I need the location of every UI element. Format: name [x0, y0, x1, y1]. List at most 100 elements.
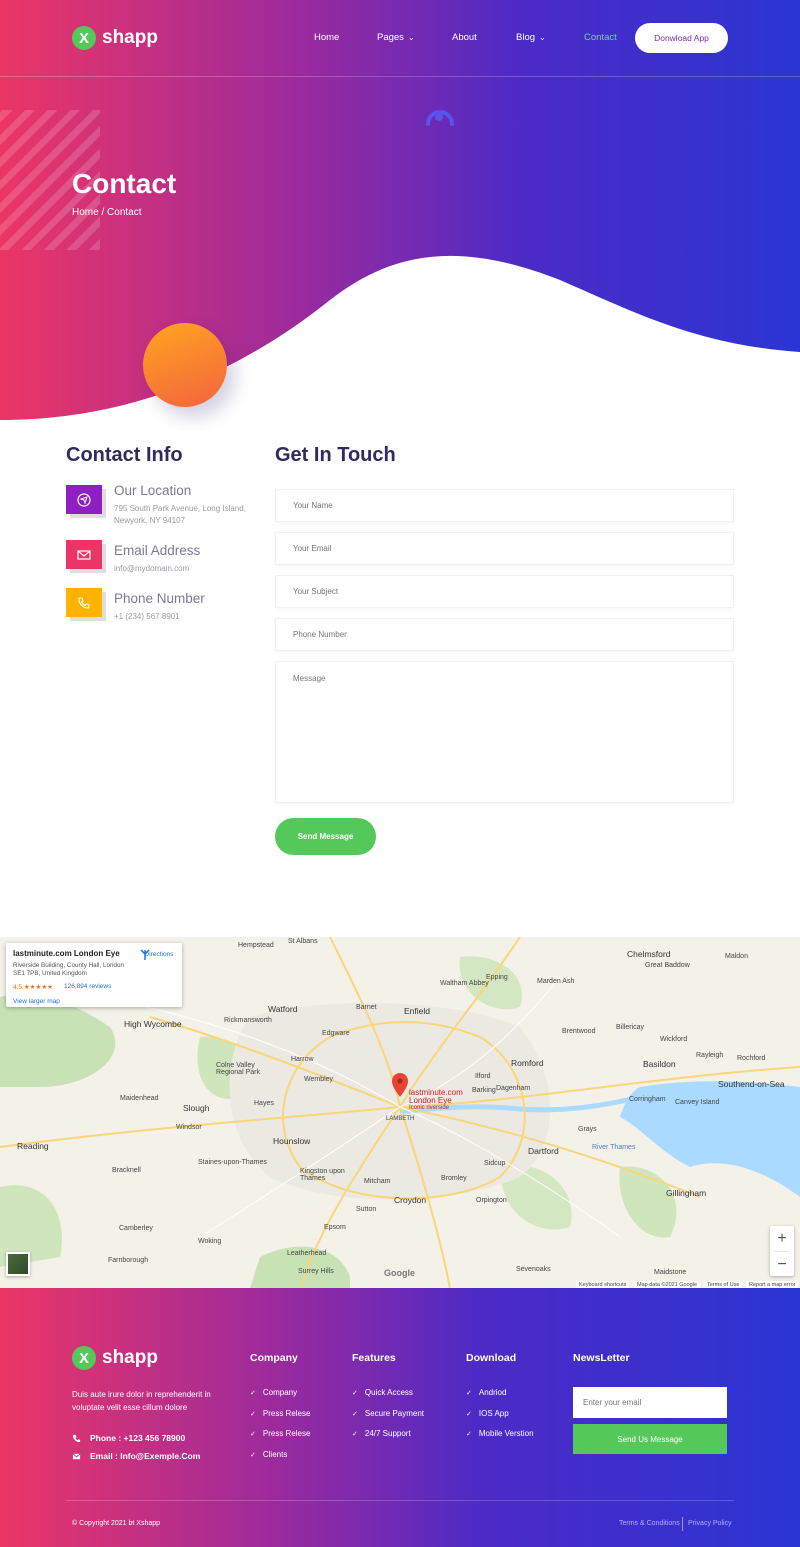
email-input[interactable] — [275, 532, 734, 565]
map-label: Sutton — [356, 1206, 377, 1213]
map-label: Rickmansworth — [224, 1017, 272, 1024]
message-textarea[interactable] — [275, 661, 734, 803]
map-label: Leatherhead — [287, 1250, 327, 1257]
footer-link[interactable]: ✓ Company — [250, 1388, 297, 1397]
nav-contact[interactable]: Contact — [584, 32, 617, 43]
download-app-button[interactable]: Donwload App — [635, 23, 728, 53]
location-title: Our Location — [114, 483, 192, 498]
view-larger-map-link[interactable]: View larger map — [13, 998, 60, 1005]
directions-button[interactable]: Directions — [139, 949, 179, 960]
email-text: info@mydomain.com — [114, 564, 190, 573]
logo-text: shapp — [102, 1347, 158, 1368]
phone-icon — [66, 588, 102, 617]
logo[interactable]: X shapp — [72, 26, 158, 50]
zoom-out-button[interactable]: − — [770, 1252, 794, 1277]
footer-link-label: Quick Access — [364, 1388, 413, 1397]
check-icon: ✓ — [250, 1451, 256, 1459]
send-message-button[interactable]: Send Message — [275, 818, 376, 855]
map-label: Sevenoaks — [516, 1266, 551, 1273]
map-label: Hounslow — [273, 1136, 311, 1146]
map-label: Brentwood — [562, 1028, 596, 1035]
location-icon — [66, 485, 102, 514]
place-reviews-link[interactable]: 126,894 reviews — [64, 983, 111, 990]
map-pin-subtitle: Iconic riverside — [409, 1105, 450, 1111]
map-label: Bromley — [441, 1175, 467, 1182]
map-label: Dartford — [528, 1146, 559, 1156]
map-label: Rayleigh — [696, 1052, 724, 1059]
check-icon: ✓ — [466, 1430, 472, 1438]
map-label: Ilford — [475, 1073, 491, 1080]
name-input[interactable] — [275, 489, 734, 522]
phone-number-input[interactable] — [275, 618, 734, 651]
footer-newsletter-title: NewsLetter — [573, 1352, 630, 1364]
terms-link[interactable]: Terms & Conditions — [619, 1520, 680, 1527]
footer-link[interactable]: ✓ Clients — [250, 1450, 287, 1459]
map-label: St Albans — [288, 938, 318, 945]
footer-phone-text: Phone : +123 456 78900 — [90, 1433, 186, 1443]
footer-link[interactable]: ✓ 24/7 Support — [352, 1429, 411, 1438]
privacy-link[interactable]: Privacy Policy — [688, 1520, 732, 1527]
map-label: Croydon — [394, 1195, 427, 1205]
footer-link[interactable]: ✓ Press Relese — [250, 1429, 310, 1438]
map-label: Dagenham — [496, 1085, 531, 1092]
footer-logo[interactable]: X shapp — [72, 1346, 158, 1370]
nav-about[interactable]: About — [452, 32, 477, 43]
check-icon: ✓ — [250, 1410, 256, 1418]
map-label: River Thames — [592, 1144, 636, 1151]
footer-link-label: Company — [262, 1388, 298, 1397]
navbar: X shapp Home Pages ⌄ About Blog ⌄ Contact … — [0, 0, 800, 77]
nav-home-label: Home — [314, 32, 340, 43]
check-icon: ✓ — [352, 1410, 358, 1418]
footer-link-label: 24/7 Support — [364, 1429, 411, 1438]
footer-link-label: Press Relese — [262, 1409, 311, 1418]
breadcrumb: Home / Contact — [72, 207, 142, 218]
map-label: Wembley — [304, 1076, 334, 1083]
satellite-toggle-button[interactable] — [6, 1252, 30, 1276]
subject-input[interactable] — [275, 575, 734, 608]
google-logo: Google — [384, 1268, 415, 1278]
map-pin-title[interactable]: lastminute.com London Eye — [409, 1089, 469, 1105]
map-label: Sidcup — [484, 1160, 506, 1167]
map-label: Maldon — [725, 953, 748, 960]
nav-blog[interactable]: Blog ⌄ — [516, 32, 546, 43]
footer-link[interactable]: ✓ IOS App — [466, 1409, 509, 1418]
map-label: Great Baddow — [645, 962, 690, 969]
map-label: Slough — [183, 1103, 210, 1113]
legal-separator — [682, 1517, 683, 1531]
footer-download-title: Download — [466, 1352, 517, 1364]
footer-link[interactable]: ✓ Quick Access — [352, 1388, 413, 1397]
map-label: Corringham — [629, 1096, 666, 1103]
footer-company-title: Company — [250, 1352, 298, 1364]
breadcrumb-separator: / — [101, 207, 105, 218]
footer-link[interactable]: ✓ Press Relese — [250, 1409, 310, 1418]
newsletter-email-input[interactable] — [573, 1387, 727, 1418]
email-title: Email Address — [114, 543, 201, 558]
directions-icon — [140, 949, 150, 960]
map-label: Maidstone — [654, 1269, 687, 1276]
phone-icon — [72, 1434, 81, 1442]
map-label: Enfield — [404, 1006, 430, 1016]
map-label: Rochford — [737, 1055, 766, 1062]
newsletter-submit-button[interactable]: Send Us Message — [573, 1424, 727, 1454]
map-label: Orpington — [476, 1197, 507, 1204]
google-map[interactable]: lastminute.com London Eye Riverside Buil… — [0, 937, 800, 1288]
logo-text: shapp — [102, 27, 158, 48]
get-in-touch-title: Get In Touch — [275, 444, 396, 466]
map-label: Harrow — [291, 1056, 314, 1063]
footer-link-label: IOS App — [478, 1409, 509, 1418]
nav-about-label: About — [452, 32, 477, 43]
footer-features-title: Features — [352, 1352, 396, 1364]
nav-pages[interactable]: Pages ⌄ — [377, 32, 415, 43]
footer-link[interactable]: ✓ Mobile Verstion — [466, 1429, 534, 1438]
zoom-in-button[interactable]: + — [770, 1226, 794, 1251]
map-label: Watford — [268, 1004, 298, 1014]
ring-decoration-icon — [426, 110, 454, 126]
footer-email: Email : Info@Exemple.Com — [72, 1451, 200, 1461]
map-label: Epsom — [324, 1224, 346, 1231]
map-label: High Wycombe — [124, 1019, 182, 1029]
footer-link[interactable]: ✓ Secure Payment — [352, 1409, 424, 1418]
nav-home[interactable]: Home — [314, 32, 339, 43]
footer-link[interactable]: ✓ Andriod — [466, 1388, 506, 1397]
map-label: Edgware — [322, 1030, 350, 1037]
breadcrumb-home[interactable]: Home — [72, 207, 99, 218]
